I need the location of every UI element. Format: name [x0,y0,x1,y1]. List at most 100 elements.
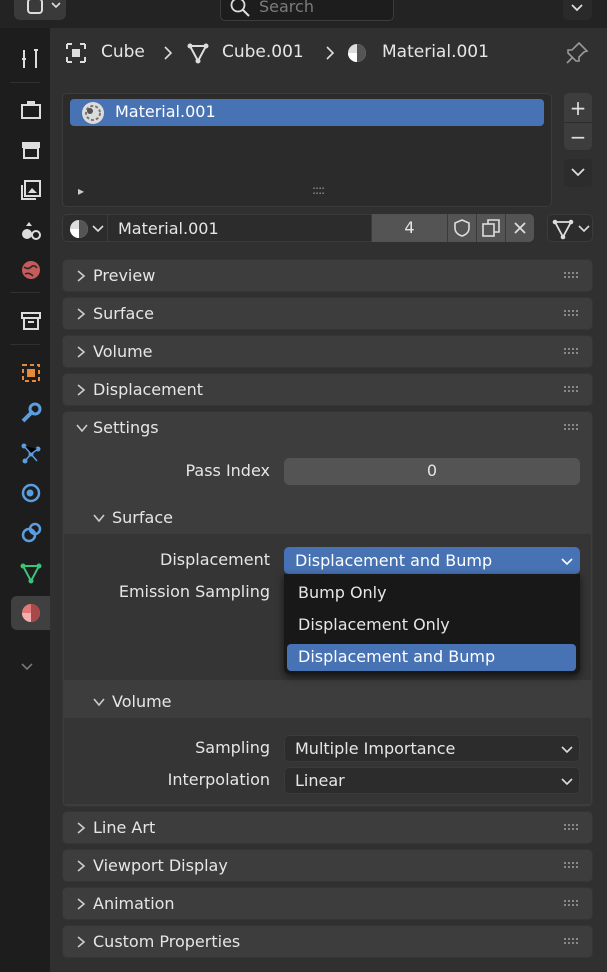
scene-icon [21,222,41,240]
displacement-dropdown-value: Displacement and Bump [295,551,493,570]
sampling-dropdown[interactable]: Multiple Importance [284,735,580,762]
panel-volume[interactable]: Volume [62,335,593,368]
tab-material[interactable] [11,596,50,630]
world-icon [21,261,40,279]
tab-constraints[interactable] [11,516,50,550]
pass-index-label: Pass Index [185,461,270,480]
panel-line-art[interactable]: Line Art [62,811,593,844]
drag-grip-icon[interactable] [564,272,580,280]
displacement-menu: Bump Only Displacement Only Displacement… [284,574,580,674]
menu-item-label: Displacement and Bump [298,647,496,666]
header-menu-button[interactable] [563,0,592,20]
tab-tool[interactable] [11,42,50,76]
tabs-more-icon[interactable] [18,660,38,674]
emission-sampling-label: Emission Sampling [118,582,270,601]
panel-custom-properties[interactable]: Custom Properties [62,925,593,958]
material-slot-label: Material.001 [115,102,216,121]
tab-physics[interactable] [11,476,50,510]
list-expand-toggle[interactable]: ▸ [78,184,84,198]
editor-type-button[interactable] [14,0,66,20]
drag-grip-icon[interactable] [564,386,580,394]
drag-grip-icon[interactable] [564,310,580,318]
material-name-field[interactable]: Material.001 [108,214,372,242]
search-icon [230,0,250,17]
menu-item-displacement-and-bump[interactable]: Displacement and Bump [287,644,576,671]
render-icon [20,101,41,119]
tab-render[interactable] [11,93,50,127]
tab-output[interactable] [11,133,50,167]
subpanel-surface-header[interactable]: Surface [64,502,591,534]
add-slot-button[interactable]: + [564,93,592,122]
object-cube-icon [66,43,86,63]
tab-scene[interactable] [11,213,50,247]
fake-user-button[interactable] [447,214,476,242]
sampling-dropdown-value: Multiple Importance [295,739,456,758]
unlink-material-button[interactable] [505,214,534,242]
chevron-right-icon [77,270,86,282]
panel-displacement[interactable]: Displacement [62,373,593,406]
panel-title: Surface [93,304,154,323]
breadcrumb-material: Material.001 [382,42,489,62]
panel-settings[interactable]: Settings [62,411,593,443]
material-link-button[interactable] [547,214,593,242]
list-resize-grip[interactable]: :::: [312,183,325,197]
drag-grip-icon[interactable] [564,348,580,356]
breadcrumb-mesh: Cube.001 [222,42,304,62]
drag-grip-icon[interactable] [564,824,580,832]
mesh-data-icon [552,219,574,240]
slot-specials-button[interactable] [564,159,592,187]
physics-icon [21,483,40,503]
panel-surface[interactable]: Surface [62,297,593,330]
tab-object[interactable] [11,356,50,390]
menu-item-displacement-only[interactable]: Displacement Only [287,612,576,639]
material-slot-item[interactable]: Material.001 [70,99,544,126]
material-sphere-icon [348,44,366,62]
drag-grip-icon[interactable] [564,900,580,908]
panel-title: Viewport Display [93,856,228,875]
breadcrumb-separator-icon [164,46,173,60]
view-layer-icon [20,180,41,200]
panel-title: Animation [93,894,175,913]
menu-item-label: Displacement Only [298,615,450,634]
material-preview-icon [82,102,104,124]
breadcrumb-separator-icon [326,46,335,60]
panel-viewport-display[interactable]: Viewport Display [62,849,593,882]
search-placeholder: Search [259,0,314,16]
browse-material-button[interactable] [62,214,108,242]
breadcrumb-object: Cube [101,42,145,62]
duplicate-material-button[interactable] [476,214,505,242]
tab-particles[interactable] [11,436,50,470]
remove-slot-button[interactable]: − [564,122,592,150]
properties-tab-bar [0,28,50,972]
search-input[interactable]: Search [220,0,394,21]
material-name-value: Material.001 [118,219,219,238]
mesh-data-icon [187,43,209,64]
collection-icon [20,312,41,330]
drag-grip-icon[interactable] [564,938,580,946]
object-data-icon [20,563,41,584]
panel-title: Preview [93,266,156,285]
chevron-right-icon [77,936,86,948]
tab-collection[interactable] [11,304,50,338]
chevron-down-icon [21,663,33,671]
pin-button[interactable] [564,40,590,66]
panel-title: Settings [93,418,159,437]
chevron-right-icon [77,822,86,834]
panel-preview[interactable]: Preview [62,259,593,292]
panel-animation[interactable]: Animation [62,887,593,920]
tab-view-layer[interactable] [11,173,50,207]
tab-world[interactable] [11,253,50,287]
drag-grip-icon[interactable] [564,424,580,432]
pass-index-field[interactable]: 0 [284,458,580,485]
user-count-button[interactable]: 4 [372,214,447,242]
close-icon [514,222,526,234]
interpolation-dropdown[interactable]: Linear [284,767,580,794]
chevron-down-icon [76,424,88,433]
panel-title: Volume [93,342,153,361]
tab-object-data[interactable] [11,556,50,590]
subpanel-volume-header[interactable]: Volume [64,686,591,718]
drag-grip-icon[interactable] [564,862,580,870]
displacement-dropdown[interactable]: Displacement and Bump [284,547,580,574]
menu-item-bump-only[interactable]: Bump Only [287,580,576,607]
tab-modifiers[interactable] [11,396,50,430]
